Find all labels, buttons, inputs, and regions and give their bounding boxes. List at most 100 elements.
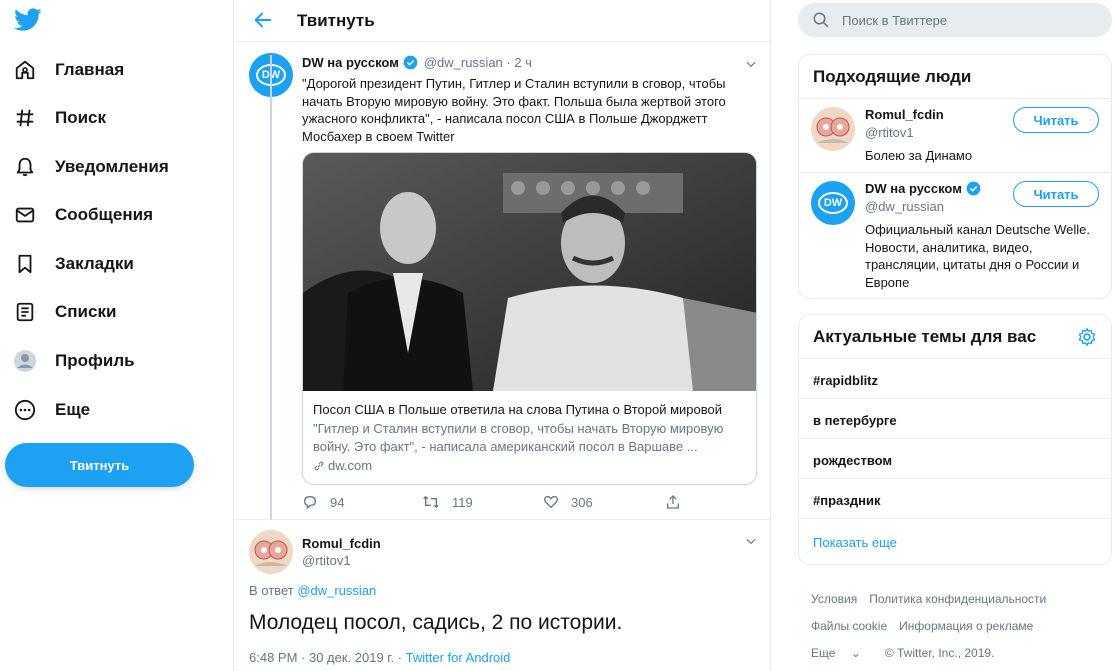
page-title: Твитнуть [297, 11, 375, 30]
like-count: 306 [571, 494, 593, 510]
search-icon [813, 12, 829, 28]
nav-item-more[interactable]: Еще [12, 390, 90, 430]
card-domain: dw.com [328, 458, 373, 473]
nav-label: Уведомления [55, 157, 169, 176]
user-handle: @dw_russian [865, 199, 944, 214]
more-icon [12, 397, 38, 423]
footer-row: Файлы cookie Информация о рекламе [811, 619, 1045, 633]
left-navigation: Главная Поиск Уведомления Сообщения Закл… [0, 0, 233, 671]
right-sidebar: Подходящие люди Romul_fcdin @rtitov1 Бол… [771, 0, 1116, 671]
nav-item-profile[interactable]: Профиль [12, 341, 135, 381]
retweet-icon [423, 495, 439, 509]
nav-label: Закладки [55, 254, 134, 273]
user-bio: Болею за Динамо [865, 148, 973, 163]
footer-link-ads-info[interactable]: Информация о рекламе [899, 619, 1033, 633]
chevron-down-icon: ⌄ [850, 646, 861, 660]
avatar[interactable] [811, 107, 855, 151]
twitter-logo-icon[interactable] [14, 8, 42, 32]
nav-label: Поиск [55, 108, 107, 127]
reply-to-line: В ответ @dw_russian [249, 583, 376, 598]
trend-item[interactable]: в петербурге [799, 399, 1111, 439]
tweet-author[interactable]: DW на русском @dw_russian · 2 ч [302, 55, 532, 70]
chevron-down-icon[interactable] [744, 534, 758, 548]
link-icon [314, 461, 324, 470]
footer-row: Условия Политика конфиденциальности [811, 592, 1058, 606]
tweet-actions: 94 119 306 [302, 494, 742, 514]
trends-title: Актуальные темы для вас [813, 327, 1037, 346]
heart-icon [544, 495, 558, 509]
source-link[interactable]: Twitter for Android [406, 650, 511, 665]
card-link[interactable]: dw.com [313, 458, 746, 473]
search-bar[interactable] [798, 3, 1112, 37]
nav-item-notifications[interactable]: Уведомления [12, 147, 169, 187]
reply-author[interactable]: Romul_fcdin [302, 536, 381, 551]
main-column: Твитнуть DW DW на русском @dw_russian · … [233, 0, 771, 671]
chevron-down-icon[interactable] [744, 57, 758, 71]
card-image [303, 153, 756, 391]
user-name[interactable]: Romul_fcdin [865, 107, 944, 122]
profile-icon [12, 348, 38, 374]
home-icon [12, 57, 38, 83]
card-description: "Гитлер и Сталин вступили в сговор, чтоб… [313, 421, 724, 454]
footer-row: Еще ⌄ © Twitter, Inc., 2019. [811, 646, 1006, 660]
avatar[interactable]: DW [811, 181, 855, 225]
link-card[interactable]: Посол США в Польше ответила на слова Пут… [302, 152, 757, 485]
avatar[interactable] [249, 530, 293, 574]
nav-item-bookmarks[interactable]: Закладки [12, 244, 134, 284]
nav-item-lists[interactable]: Списки [12, 292, 116, 332]
panel-title: Актуальные темы для вас [799, 315, 1111, 359]
nav-label: Главная [55, 60, 125, 79]
follow-suggestion[interactable]: DW DW на русском @dw_russian Официальный… [799, 173, 1111, 298]
like-button[interactable]: 306 [543, 494, 593, 510]
footer-more-dropdown[interactable]: Еще ⌄ [811, 646, 873, 660]
bell-icon [12, 154, 38, 180]
nav-label: Профиль [55, 351, 135, 370]
user-name-text: DW на русском [865, 181, 962, 196]
author-handle: @rtitov1 [302, 553, 351, 568]
search-input[interactable] [842, 12, 1092, 28]
retweet-button[interactable]: 119 [422, 494, 473, 510]
reply-tweet[interactable]: Romul_fcdin @rtitov1 В ответ @dw_russian… [234, 520, 770, 671]
gear-icon[interactable] [1077, 327, 1097, 347]
verified-icon [966, 181, 981, 196]
follow-suggestion[interactable]: Romul_fcdin @rtitov1 Болею за Динамо Чит… [799, 99, 1111, 173]
header: Твитнуть [234, 0, 770, 42]
follow-button[interactable]: Читать [1013, 181, 1099, 207]
reply-to-handle-link[interactable]: @dw_russian [297, 583, 376, 598]
reply-count: 94 [330, 494, 345, 510]
bookmark-icon [12, 251, 38, 277]
thread-line [270, 55, 272, 520]
tweet-button[interactable]: Твитнуть [5, 443, 194, 487]
nav-item-search[interactable]: Поиск [12, 98, 106, 138]
author-name: Romul_fcdin [302, 536, 381, 551]
reply-to-prefix: В ответ [249, 583, 294, 598]
reply-icon [303, 495, 317, 510]
author-handle: @dw_russian · 2 ч [423, 55, 532, 70]
trend-item[interactable]: #праздник [799, 479, 1111, 519]
tweet-text: "Дорогой президент Путин, Гитлер и Стали… [302, 76, 726, 144]
trend-item[interactable]: рождеством [799, 439, 1111, 479]
nav-item-messages[interactable]: Сообщения [12, 195, 153, 235]
copyright: © Twitter, Inc., 2019. [884, 646, 995, 660]
trends-panel: Актуальные темы для вас #rapidblitz в пе… [798, 314, 1112, 565]
footer-link-terms[interactable]: Условия [811, 592, 857, 606]
dw-logo: DW [818, 192, 848, 214]
trend-item[interactable]: #rapidblitz [799, 359, 1111, 399]
reply-timestamp: 6:48 PM · 30 дек. 2019 г. · Twitter for … [249, 650, 510, 665]
user-handle: @rtitov1 [865, 125, 914, 140]
nav-item-home[interactable]: Главная [12, 50, 124, 90]
verified-icon [403, 55, 418, 70]
share-button[interactable] [665, 494, 693, 510]
footer-link-cookies[interactable]: Файлы cookie [811, 619, 887, 633]
footer-link-privacy[interactable]: Политика конфиденциальности [869, 592, 1046, 606]
reply-button[interactable]: 94 [302, 494, 344, 510]
main-tweet[interactable]: DW DW на русском @dw_russian · 2 ч "Доро… [234, 42, 770, 520]
show-more-link[interactable]: Показать еще [799, 519, 1111, 561]
user-bio: Официальный канал Deutsche Welle. Новост… [865, 222, 1090, 290]
back-arrow-icon[interactable] [252, 9, 274, 31]
user-name[interactable]: DW на русском [865, 181, 981, 196]
author-name: DW на русском [302, 55, 399, 70]
follow-button[interactable]: Читать [1013, 107, 1099, 133]
envelope-icon [12, 202, 38, 228]
nav-label: Еще [55, 400, 91, 419]
